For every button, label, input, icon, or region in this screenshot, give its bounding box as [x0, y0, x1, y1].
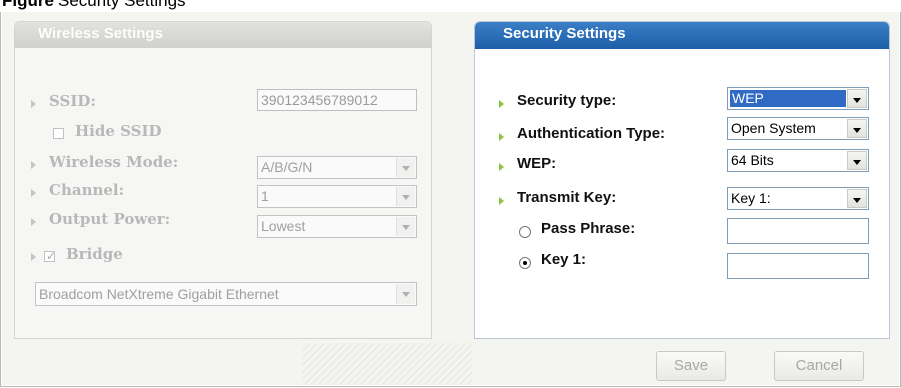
- chevron-down-icon: [853, 128, 861, 133]
- chevron-down-icon: [853, 160, 861, 165]
- channel-value: 1: [261, 188, 269, 204]
- key1-radio[interactable]: [519, 257, 531, 269]
- wireless-settings-title: Wireless Settings: [38, 25, 163, 42]
- network-adapter-dropdown-button[interactable]: [396, 284, 415, 304]
- authentication-type-dropdown-button[interactable]: [847, 119, 867, 138]
- hide-ssid-checkbox[interactable]: [53, 128, 64, 139]
- authentication-type-select[interactable]: Open System: [727, 117, 869, 140]
- window-body: Wireless Settings SSID: 390123456789012 …: [2, 12, 899, 385]
- wireless-settings-header: Wireless Settings: [15, 22, 431, 48]
- bridge-label: Bridge: [66, 245, 123, 263]
- wireless-mode-value: A/B/G/N: [261, 159, 313, 175]
- output-power-select[interactable]: Lowest: [257, 215, 417, 238]
- security-type-value: WEP: [730, 90, 846, 107]
- security-type-label: Security type:: [517, 92, 617, 109]
- chevron-down-icon: [402, 292, 410, 297]
- key1-label: Key 1:: [541, 251, 587, 268]
- ssid-label: SSID:: [49, 92, 96, 110]
- bullet-arrow-icon: [31, 100, 36, 108]
- channel-label: Channel:: [49, 181, 125, 199]
- pass-phrase-label: Pass Phrase:: [541, 220, 636, 237]
- bullet-arrow-icon: [31, 253, 36, 261]
- figure-caption: Figure Security Settings: [0, 0, 901, 12]
- wep-label: WEP:: [517, 155, 557, 172]
- wep-dropdown-button[interactable]: [847, 151, 867, 170]
- chevron-down-icon: [853, 198, 861, 203]
- background-texture: [302, 343, 472, 385]
- wep-select[interactable]: 64 Bits: [727, 149, 869, 172]
- bullet-arrow-icon: [499, 133, 504, 141]
- bridge-checkbox[interactable]: ✓: [44, 249, 57, 263]
- settings-window: Wireless Settings SSID: 390123456789012 …: [0, 12, 901, 387]
- pass-phrase-input[interactable]: [727, 218, 869, 244]
- security-settings-panel: Security Settings Security type: WEP Aut…: [474, 21, 890, 339]
- security-settings-title: Security Settings: [503, 25, 626, 42]
- authentication-type-label: Authentication Type:: [517, 125, 666, 142]
- output-power-label: Output Power:: [49, 210, 171, 228]
- save-button[interactable]: Save: [656, 351, 726, 381]
- bullet-arrow-icon: [499, 163, 504, 171]
- wireless-mode-dropdown-button[interactable]: [396, 158, 415, 177]
- wireless-mode-label: Wireless Mode:: [49, 153, 179, 171]
- checkmark-icon: ✓: [46, 249, 57, 263]
- caption-text: Security Settings: [58, 0, 186, 10]
- output-power-dropdown-button[interactable]: [396, 217, 415, 236]
- wireless-mode-select[interactable]: A/B/G/N: [257, 156, 417, 179]
- chevron-down-icon: [402, 166, 410, 171]
- transmit-key-select[interactable]: Key 1:: [727, 187, 869, 210]
- ssid-input[interactable]: 390123456789012: [257, 89, 417, 111]
- channel-dropdown-button[interactable]: [396, 187, 415, 206]
- bullet-arrow-icon: [499, 100, 504, 108]
- bullet-arrow-icon: [31, 218, 36, 226]
- network-adapter-select[interactable]: Broadcom NetXtreme Gigabit Ethernet: [35, 282, 417, 306]
- security-type-select[interactable]: WEP: [727, 87, 869, 110]
- chevron-down-icon: [402, 225, 410, 230]
- bullet-arrow-icon: [499, 197, 504, 205]
- bullet-arrow-icon: [31, 189, 36, 197]
- caption-label: Figure: [2, 0, 54, 10]
- output-power-value: Lowest: [261, 218, 306, 234]
- authentication-type-value: Open System: [731, 120, 816, 136]
- wep-value: 64 Bits: [731, 152, 774, 168]
- channel-select[interactable]: 1: [257, 185, 417, 208]
- chevron-down-icon: [853, 98, 861, 103]
- transmit-key-dropdown-button[interactable]: [847, 189, 867, 208]
- wireless-settings-panel: Wireless Settings SSID: 390123456789012 …: [14, 21, 432, 339]
- transmit-key-value: Key 1:: [731, 190, 771, 206]
- security-type-dropdown-button[interactable]: [847, 89, 867, 108]
- network-adapter-value: Broadcom NetXtreme Gigabit Ethernet: [39, 286, 279, 302]
- hide-ssid-label: Hide SSID: [75, 122, 162, 140]
- pass-phrase-radio[interactable]: [519, 226, 531, 238]
- chevron-down-icon: [402, 195, 410, 200]
- bullet-arrow-icon: [31, 161, 36, 169]
- key1-input[interactable]: [727, 253, 869, 279]
- cancel-button[interactable]: Cancel: [774, 351, 864, 381]
- transmit-key-label: Transmit Key:: [517, 189, 617, 206]
- security-settings-header: Security Settings: [475, 22, 889, 49]
- radio-selected-dot: [523, 261, 527, 265]
